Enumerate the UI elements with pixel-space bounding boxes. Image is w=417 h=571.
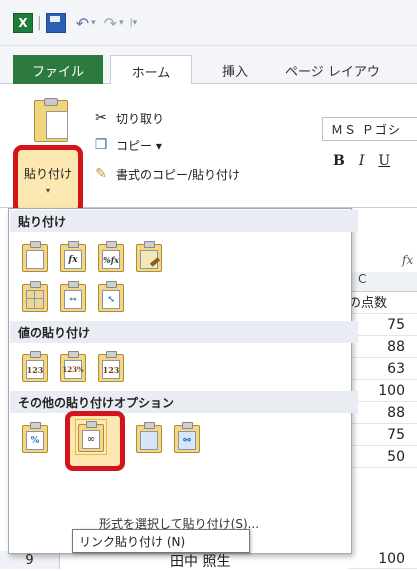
- copy-icon: ❐: [94, 137, 108, 153]
- table-cell[interactable]: 63: [348, 358, 417, 380]
- paste-picture-icon[interactable]: [133, 420, 163, 454]
- font-name-combobox[interactable]: ＭＳ Ｐゴシ: [322, 117, 417, 141]
- paste-formatting-icon[interactable]: %: [19, 420, 49, 454]
- cell-header-score[interactable]: の点数: [348, 292, 417, 314]
- paste-dropdown-button[interactable]: 貼り付け ▾: [13, 145, 83, 215]
- menu-section-other: その他の貼り付けオプション: [10, 391, 358, 413]
- table-cell[interactable]: 100: [348, 380, 417, 402]
- menu-section-values: 値の貼り付け: [10, 321, 358, 343]
- font-style-buttons: B I U: [333, 153, 390, 175]
- paste-values-number-format-icon[interactable]: 123%: [57, 349, 87, 383]
- cut-label: 切り取り: [116, 111, 165, 126]
- scissors-icon: ✂: [95, 110, 107, 126]
- paste-values-source-formatting-icon[interactable]: 123: [95, 349, 125, 383]
- paste-formulas-icon[interactable]: fx: [57, 239, 87, 273]
- brush-icon: ✎: [95, 166, 107, 182]
- table-cell[interactable]: 50: [348, 446, 417, 468]
- table-cell[interactable]: 75: [348, 424, 417, 446]
- cut-button[interactable]: ✂ 切り取り: [92, 107, 164, 129]
- paste-link-inner: ∞: [75, 419, 107, 455]
- paste-icon[interactable]: [19, 239, 49, 273]
- paste-link-icon[interactable]: ∞: [65, 411, 125, 471]
- redo-dropdown-icon[interactable]: ▾: [119, 18, 124, 28]
- values-123-glyph: 123: [26, 360, 44, 379]
- tab-page-layout[interactable]: ページ レイアウ: [285, 55, 417, 85]
- table-cell[interactable]: 88: [348, 402, 417, 424]
- menu-section-paste: 貼り付け: [10, 210, 358, 232]
- copy-label: コピー ▾: [116, 138, 162, 153]
- save-icon[interactable]: [45, 13, 66, 33]
- paste-linked-picture-icon[interactable]: ⚯: [171, 420, 201, 454]
- italic-button[interactable]: I: [359, 153, 365, 175]
- column-header-c[interactable]: C: [348, 272, 417, 292]
- paste-button-label: 貼り付け: [23, 167, 72, 181]
- undo-icon[interactable]: ↶: [76, 14, 89, 33]
- values-123-percent-glyph: 123%: [62, 360, 84, 379]
- values-123-brush-glyph: 123: [102, 360, 120, 379]
- table-cell[interactable]: 100: [348, 549, 417, 569]
- redo-icon[interactable]: ↷: [104, 14, 117, 33]
- paste-transpose-icon[interactable]: ⤡: [95, 279, 125, 313]
- paste-no-borders-icon[interactable]: [19, 279, 49, 313]
- tab-home[interactable]: ホーム: [110, 55, 192, 86]
- excel-logo-icon[interactable]: X: [13, 13, 33, 33]
- chevron-down-icon: ▾: [45, 186, 50, 195]
- paste-keep-column-widths-icon[interactable]: ↔: [57, 279, 87, 313]
- format-painter-button[interactable]: ✎ 書式のコピー/貼り付け: [92, 163, 240, 185]
- insert-function-icon[interactable]: fx: [402, 253, 413, 267]
- tab-insert[interactable]: 挿入: [205, 55, 265, 85]
- paste-link-tooltip: リンク貼り付け (N): [72, 529, 250, 553]
- bold-button[interactable]: B: [333, 153, 345, 175]
- paste-keep-source-formatting-icon[interactable]: [133, 239, 163, 273]
- underline-button[interactable]: U: [378, 153, 390, 175]
- paste-values-icon[interactable]: 123: [19, 349, 49, 383]
- paste-clipboard-icon[interactable]: [22, 98, 82, 146]
- copy-button[interactable]: ❐ コピー ▾: [92, 134, 162, 156]
- paste-options-menu: 貼り付け fx %fx ↔ ⤡ 値の貼り付け 123 123% 123 その他の…: [8, 208, 358, 554]
- fx-glyph: fx: [64, 250, 82, 269]
- customize-qat-icon[interactable]: |▾: [130, 18, 138, 28]
- format-painter-label: 書式のコピー/貼り付け: [116, 167, 241, 182]
- undo-dropdown-icon[interactable]: ▾: [91, 18, 96, 28]
- tab-file[interactable]: ファイル: [13, 55, 103, 85]
- paste-formulas-number-format-icon[interactable]: %fx: [95, 239, 125, 273]
- table-cell[interactable]: 75: [348, 314, 417, 336]
- table-cell[interactable]: 88: [348, 336, 417, 358]
- percent-fx-glyph: %fx: [102, 250, 120, 269]
- qat-separator: |: [37, 15, 42, 31]
- quick-access-toolbar: X | ↶ ▾ ↷ ▾ |▾: [13, 12, 139, 34]
